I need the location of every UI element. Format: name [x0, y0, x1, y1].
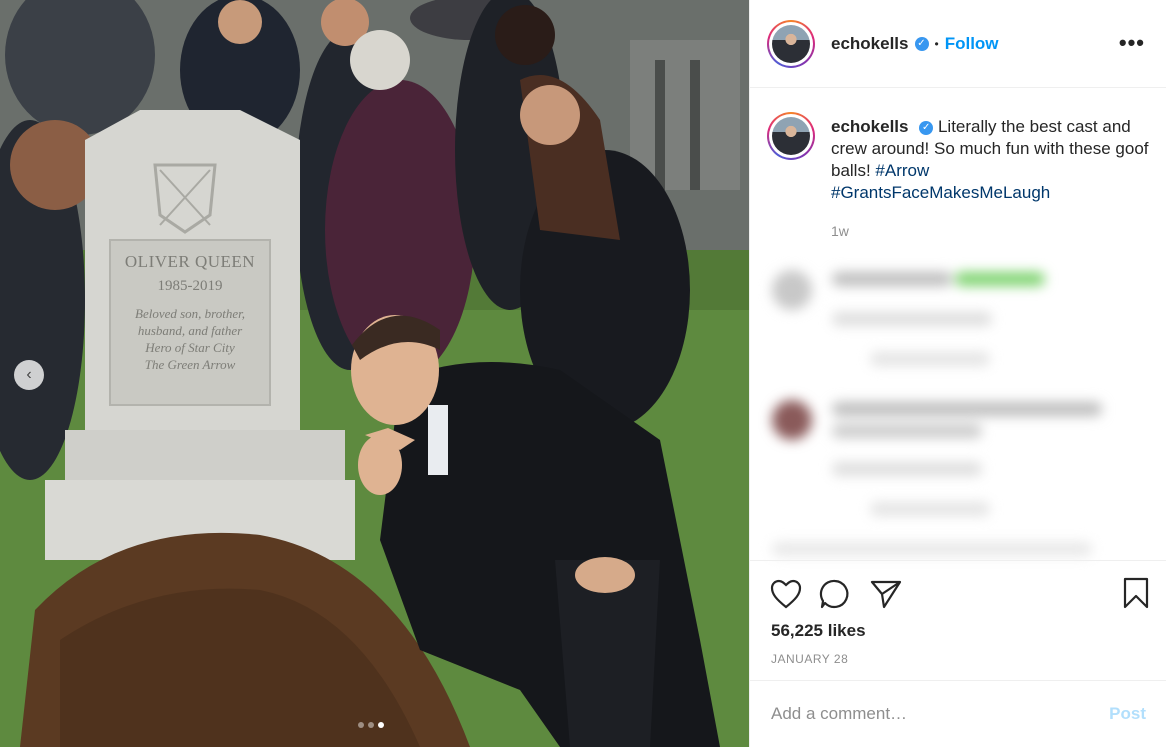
comments-list-blurred: [750, 252, 1166, 557]
post-comment-button[interactable]: Post: [1109, 704, 1146, 724]
avatar-image: [772, 117, 810, 155]
comment-bar: [832, 462, 982, 476]
verified-badge-icon: ✓: [914, 36, 929, 51]
comment-bar: [870, 502, 990, 516]
caption-avatar[interactable]: [767, 112, 815, 160]
follow-button[interactable]: Follow: [945, 34, 999, 54]
post-date[interactable]: JANUARY 28: [771, 652, 848, 666]
share-icon[interactable]: [870, 579, 902, 609]
comment-bar: [832, 312, 992, 326]
post-header: echokells ✓ • Follow •••: [750, 0, 1166, 88]
carousel-dot: [368, 722, 374, 728]
heart-icon[interactable]: [770, 579, 802, 609]
gravestone-epitaph-1: Beloved son, brother,: [135, 306, 245, 321]
carousel-prev-button[interactable]: ‹: [14, 360, 44, 390]
comment-avatar: [772, 270, 812, 310]
post-side-panel: echokells ✓ • Follow ••• echokells ✓ Lit…: [749, 0, 1166, 747]
gravestone-dates: 1985-2019: [157, 278, 223, 294]
comment-bar: [832, 272, 952, 286]
post-caption: echokells ✓ Literally the best cast and …: [767, 112, 1157, 242]
header-username[interactable]: echokells: [831, 34, 909, 54]
likes-count[interactable]: 56,225 likes: [771, 621, 866, 641]
gravestone-epitaph-2: husband, and father: [137, 323, 243, 338]
caption-timestamp[interactable]: 1w: [831, 220, 1151, 242]
gravestone-inscription: OLIVER QUEEN 1985-2019 Beloved son, brot…: [110, 252, 270, 373]
comment-bar: [832, 424, 982, 438]
comment-bar: [772, 542, 1092, 556]
caption-body: echokells ✓ Literally the best cast and …: [831, 116, 1151, 242]
comment-bar: [832, 402, 1102, 416]
carousel-dots: [358, 722, 384, 728]
chevron-left-icon: ‹: [26, 366, 32, 383]
verified-badge-icon: ✓: [919, 120, 934, 135]
add-comment-bar: Post: [750, 680, 1166, 747]
gravestone-epitaph-3: Hero of Star City: [145, 340, 235, 355]
gravestone-name: OLIVER QUEEN: [124, 252, 256, 271]
more-options-icon[interactable]: •••: [1119, 30, 1145, 56]
comment-bar: [955, 272, 1045, 286]
avatar[interactable]: [767, 19, 815, 68]
post-photo[interactable]: OLIVER QUEEN 1985-2019 Beloved son, brot…: [0, 0, 749, 747]
bookmark-icon[interactable]: [1122, 577, 1150, 609]
comment-input[interactable]: [771, 704, 1110, 724]
hashtag-link[interactable]: #Arrow: [875, 161, 929, 180]
photo-illustration: [0, 0, 749, 747]
comment-avatar: [772, 400, 812, 440]
avatar-image: [772, 24, 810, 63]
gravestone-epitaph-4: The Green Arrow: [144, 357, 236, 372]
caption-username[interactable]: echokells: [831, 117, 909, 136]
comment-bar: [870, 352, 990, 366]
post-actions: 56,225 likes JANUARY 28: [750, 560, 1166, 680]
hashtag-link[interactable]: #GrantsFaceMakesMeLaugh: [831, 183, 1050, 202]
carousel-dot: [358, 722, 364, 728]
comment-icon[interactable]: [819, 578, 851, 610]
header-separator: •: [934, 36, 939, 51]
carousel-dot-active: [378, 722, 384, 728]
